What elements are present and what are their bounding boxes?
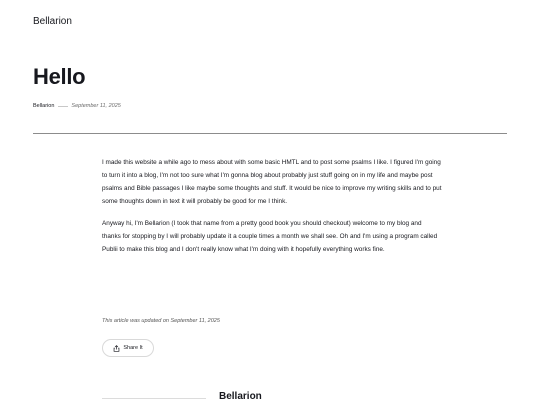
updated-note: This article was updated on September 11… [102, 318, 220, 324]
author-divider [102, 398, 206, 399]
post-author[interactable]: Bellarion [33, 103, 54, 109]
header-divider [33, 133, 507, 134]
site-title[interactable]: Bellarion [33, 16, 72, 27]
meta-separator [58, 105, 69, 107]
post-meta: Bellarion September 11, 2025 [33, 103, 121, 109]
post-content: I made this website a while ago to mess … [102, 156, 442, 265]
share-button[interactable]: Share It [102, 339, 154, 357]
author-box-name[interactable]: Bellarion [219, 391, 262, 402]
post-date: September 11, 2025 [71, 103, 121, 109]
paragraph: I made this website a while ago to mess … [102, 159, 442, 205]
share-label: Share It [123, 345, 143, 351]
paragraph: Anyway hi, I'm Bellarion (I took that na… [102, 220, 438, 253]
share-icon [114, 344, 120, 352]
page: Bellarion Hello Bellarion September 11, … [0, 0, 540, 405]
post-title: Hello [33, 64, 86, 89]
